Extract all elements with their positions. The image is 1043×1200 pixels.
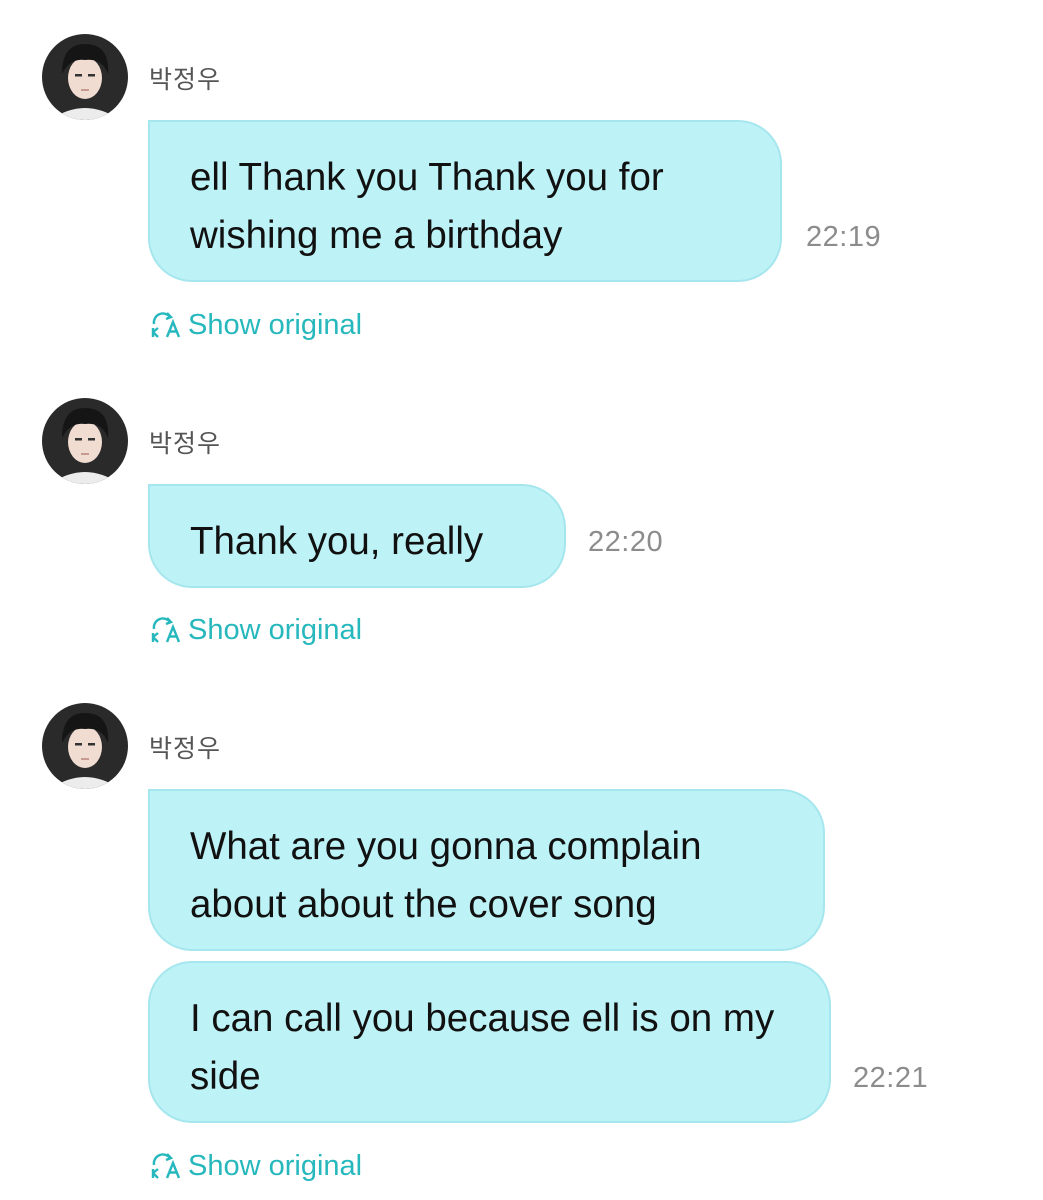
- message-text: What are you gonna complain about about …: [190, 825, 702, 926]
- sender-name: 박정우: [149, 734, 222, 763]
- show-original-label: Show original: [188, 1149, 363, 1182]
- show-original-link[interactable]: Show original: [150, 1149, 362, 1183]
- avatar-photo-icon: [42, 703, 128, 789]
- message-bubble[interactable]: I can call you because ell is on my side: [148, 961, 831, 1123]
- message-bubble[interactable]: What are you gonna complain about about …: [148, 789, 825, 951]
- avatar[interactable]: [42, 703, 128, 789]
- message-text: I can call you because ell is on my side: [190, 997, 775, 1098]
- message-time: 22:21: [853, 1062, 929, 1094]
- translate-icon: [151, 1153, 181, 1179]
- message-group: 박정우 What are you gonna complain about ab…: [0, 0, 1043, 1200]
